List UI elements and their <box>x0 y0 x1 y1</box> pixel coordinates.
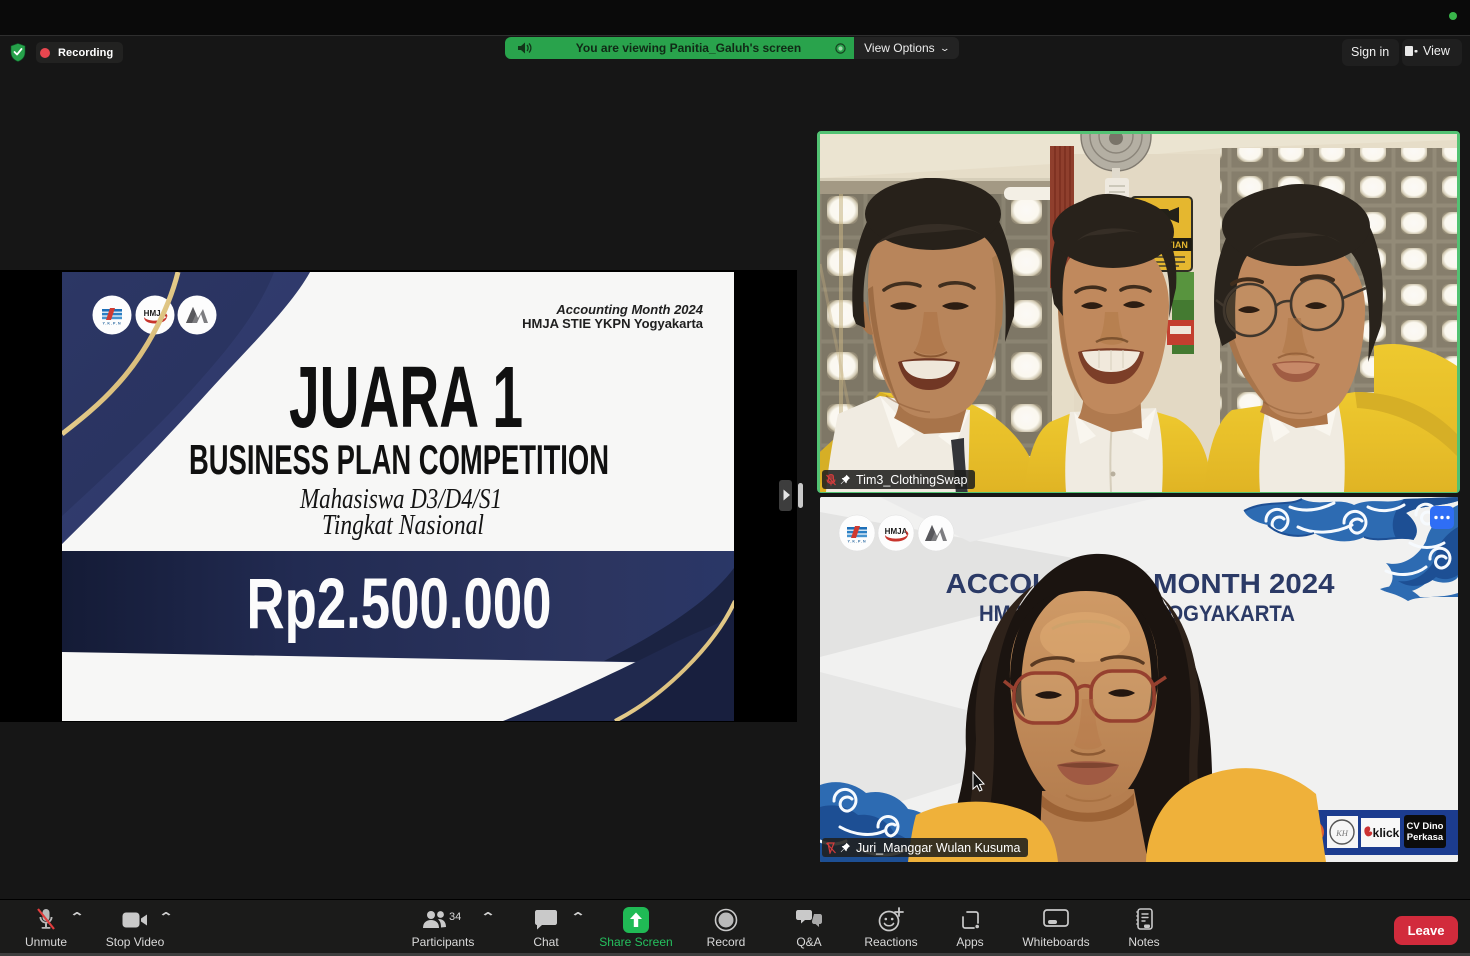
svg-text:HMJA: HMJA <box>885 527 908 536</box>
svg-text:Tingkat Nasional: Tingkat Nasional <box>322 510 484 541</box>
svg-text:CV Dino: CV Dino <box>1407 821 1444 832</box>
svg-text:JUARA 1: JUARA 1 <box>289 349 523 446</box>
svg-text:Y.K.P.N: Y.K.P.N <box>847 540 866 544</box>
svg-text:Accounting Month 2024: Accounting Month 2024 <box>555 302 703 317</box>
svg-text:Y.K.P.N: Y.K.P.N <box>102 322 121 326</box>
svg-text:Perkasa: Perkasa <box>1407 832 1444 843</box>
svg-text:KH: KH <box>1335 828 1349 838</box>
svg-text:klick: klick <box>1373 826 1400 840</box>
svg-text:HMJA STIE YKPN Yogyakarta: HMJA STIE YKPN Yogyakarta <box>522 316 704 331</box>
svg-text:BUSINESS PLAN COMPETITION: BUSINESS PLAN COMPETITION <box>189 436 609 483</box>
svg-text:Rp2.500.000: Rp2.500.000 <box>247 565 552 644</box>
svg-text:34: 34 <box>449 911 461 923</box>
